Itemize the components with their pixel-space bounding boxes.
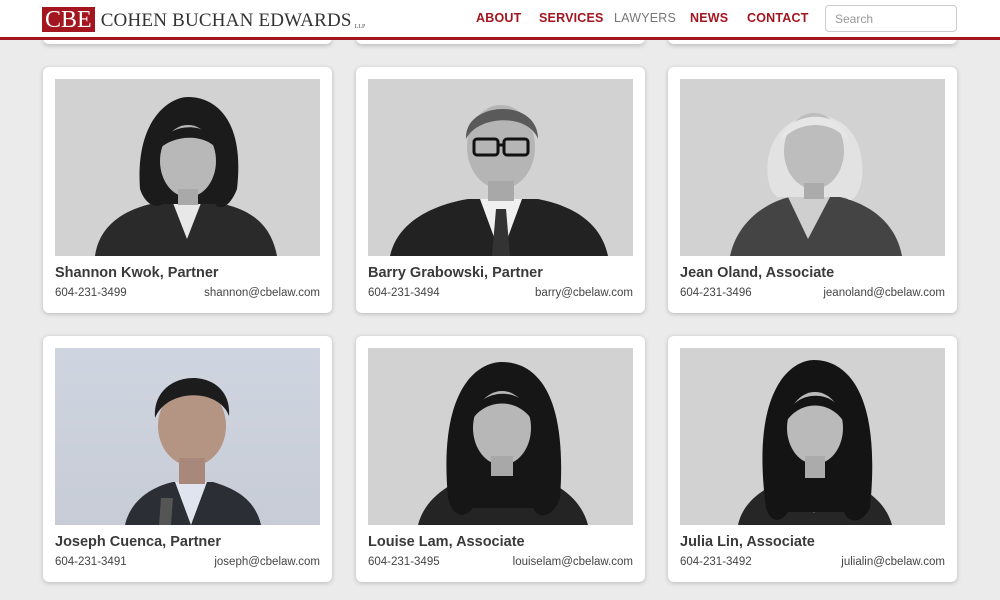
nav-news[interactable]: NEWS: [690, 11, 728, 25]
lawyer-card[interactable]: Barry Grabowski, Partner 604-231-3494 ba…: [356, 67, 645, 313]
lawyer-card[interactable]: Louise Lam, Associate 604-231-3495 louis…: [356, 336, 645, 582]
lawyer-email-link[interactable]: louiselam@cbelaw.com: [513, 556, 633, 568]
nav-lawyers[interactable]: LAWYERS: [614, 11, 676, 25]
logo-firm-name: COHEN BUCHAN EDWARDS: [100, 10, 352, 31]
headshot-photo: [55, 79, 320, 256]
lawyer-card[interactable]: Julia Lin, Associate 604-231-3492 julial…: [668, 336, 957, 582]
lawyer-phone[interactable]: 604-231-3496: [680, 287, 752, 299]
headshot-photo-drawing: [418, 362, 588, 525]
headshot-photo-drawing: [738, 360, 892, 525]
headshot-photo: [55, 348, 320, 525]
logo-suffix: LLP: [354, 24, 366, 30]
lawyer-name: Barry Grabowski, Partner: [368, 265, 543, 281]
lawyer-name: Louise Lam, Associate: [368, 534, 525, 550]
headshot-photo-drawing: [730, 113, 902, 256]
logo-mark: CBE: [42, 7, 95, 32]
lawyer-phone[interactable]: 604-231-3492: [680, 556, 752, 568]
headshot-photo-drawing: [125, 377, 261, 525]
lawyer-card[interactable]: Shannon Kwok, Partner 604-231-3499 shann…: [43, 67, 332, 313]
nav-services[interactable]: SERVICES: [539, 11, 604, 25]
lawyer-name: Joseph Cuenca, Partner: [55, 534, 221, 550]
lawyer-name: Julia Lin, Associate: [680, 534, 815, 550]
headshot-photo-drawing: [95, 97, 277, 256]
nav-about[interactable]: ABOUT: [476, 11, 521, 25]
lawyer-email-link[interactable]: julialin@cbelaw.com: [841, 556, 945, 568]
lawyer-card[interactable]: Jean Oland, Associate 604-231-3496 jeano…: [668, 67, 957, 313]
lawyer-name: Jean Oland, Associate: [680, 265, 835, 281]
lawyer-name: Shannon Kwok, Partner: [55, 265, 219, 281]
site-header: CBE COHEN BUCHAN EDWARDS LLP ABOUT SERVI…: [0, 0, 1000, 40]
lawyer-phone[interactable]: 604-231-3499: [55, 287, 127, 299]
lawyer-email-link[interactable]: jeanoland@cbelaw.com: [823, 287, 945, 299]
search-input[interactable]: [825, 5, 957, 32]
headshot-photo-drawing: [390, 105, 608, 256]
lawyer-email-link[interactable]: shannon@cbelaw.com: [204, 287, 320, 299]
nav-contact[interactable]: CONTACT: [747, 11, 809, 25]
brand-logo[interactable]: CBE COHEN BUCHAN EDWARDS LLP: [42, 6, 365, 32]
lawyer-email-link[interactable]: barry@cbelaw.com: [535, 287, 633, 299]
lawyer-phone[interactable]: 604-231-3494: [368, 287, 440, 299]
lawyer-card[interactable]: Joseph Cuenca, Partner 604-231-3491 jose…: [43, 336, 332, 582]
lawyer-phone[interactable]: 604-231-3495: [368, 556, 440, 568]
headshot-photo: [680, 348, 945, 525]
lawyer-phone[interactable]: 604-231-3491: [55, 556, 127, 568]
lawyer-email-link[interactable]: joseph@cbelaw.com: [214, 556, 320, 568]
headshot-photo: [680, 79, 945, 256]
headshot-photo: [368, 348, 633, 525]
headshot-photo: [368, 79, 633, 256]
